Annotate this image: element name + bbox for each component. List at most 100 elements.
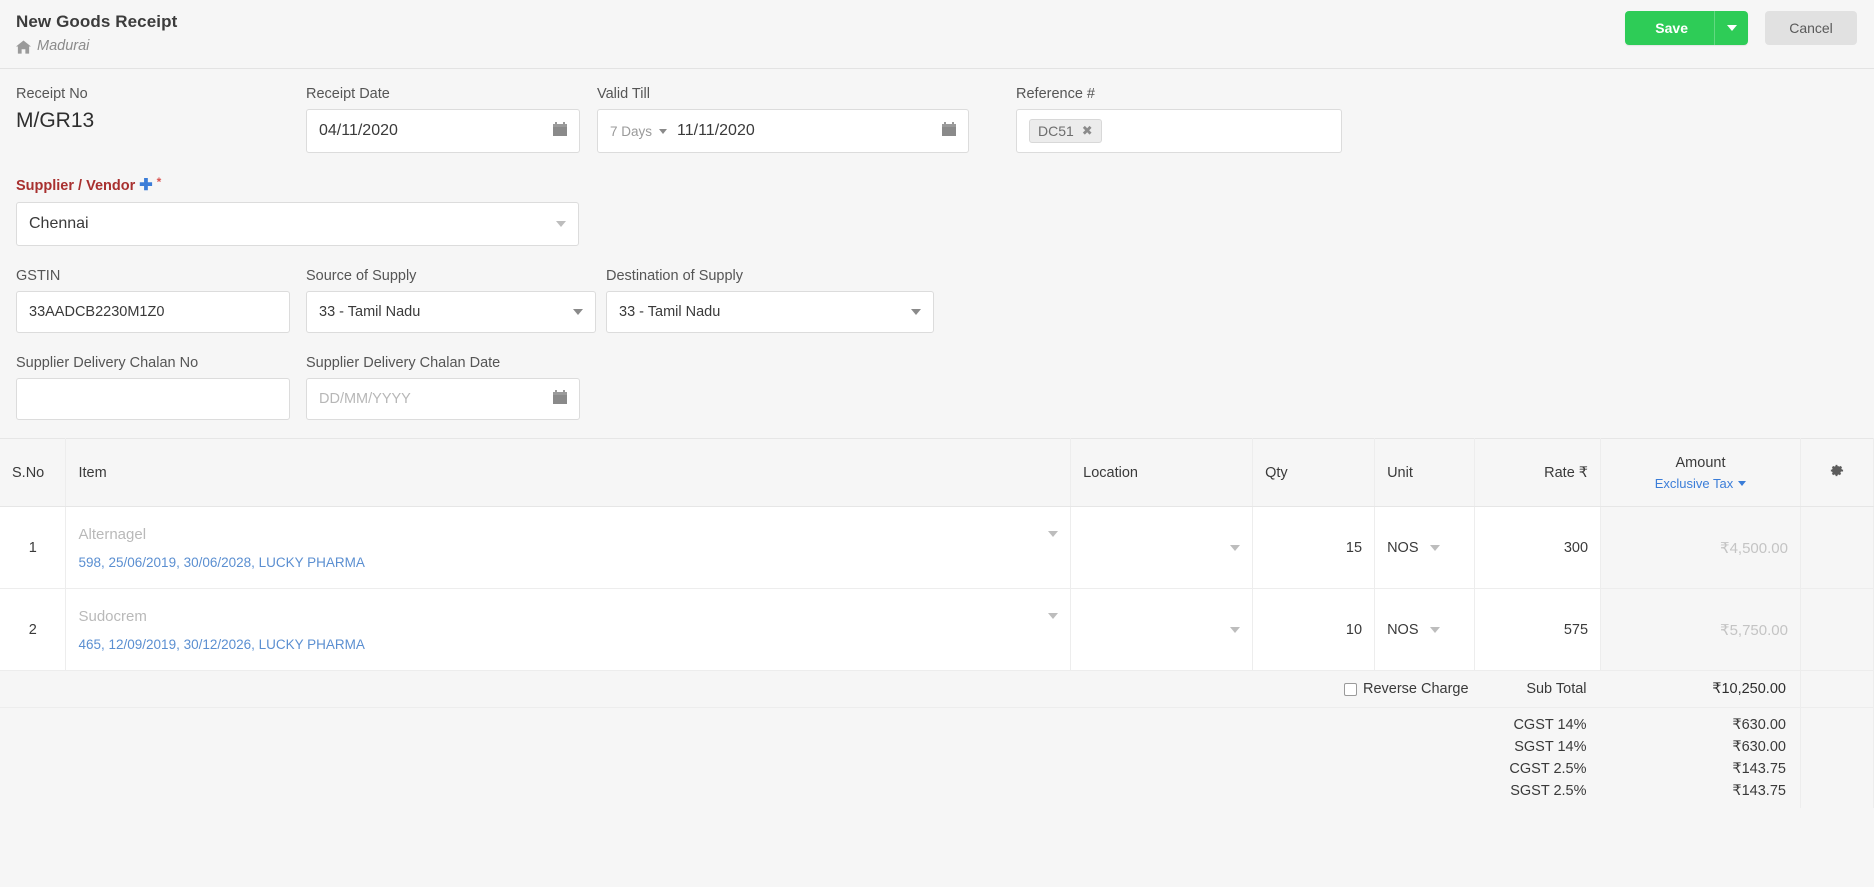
close-icon[interactable]: ✖: [1082, 123, 1093, 139]
tax-label: CGST 2.5%: [1509, 761, 1587, 777]
item-name: Alternagel: [78, 525, 147, 543]
subtotal-row: Reverse Charge Sub Total ₹10,250.00: [0, 670, 1874, 708]
supplier-value: Chennai: [29, 215, 89, 232]
receipt-date-field: Receipt Date 04/11/2020: [306, 86, 580, 153]
reverse-charge-control[interactable]: Reverse Charge: [1259, 681, 1469, 697]
chevron-down-icon[interactable]: [659, 128, 668, 134]
destination-of-supply-select[interactable]: 33 - Tamil Nadu: [606, 291, 934, 333]
reference-tag[interactable]: DC51 ✖: [1029, 119, 1102, 143]
col-amount: Amount Exclusive Tax: [1600, 438, 1801, 507]
chevron-down-icon[interactable]: [911, 309, 921, 315]
col-sno: S.No: [0, 438, 67, 507]
cell-item[interactable]: Sudocrem 465, 12/09/2019, 30/12/2026, LU…: [65, 588, 1072, 671]
cell-rate[interactable]: 575: [1474, 588, 1602, 671]
gstin-label: GSTIN: [16, 268, 61, 284]
supplier-label: Supplier / Vendor ✚ *: [16, 175, 579, 195]
reverse-charge-label: Reverse Charge: [1362, 681, 1469, 697]
reference-tag-label: DC51: [1038, 123, 1074, 139]
spacer-cell: [1070, 670, 1253, 708]
required-marker: *: [156, 175, 162, 189]
valid-till-input[interactable]: 7 Days 11/11/2020: [597, 109, 969, 153]
save-dropdown-button[interactable]: [1714, 11, 1748, 45]
cell-item[interactable]: Alternagel 598, 25/06/2019, 30/06/2028, …: [65, 506, 1072, 589]
chevron-down-icon[interactable]: [1430, 626, 1441, 633]
reference-field: Reference # DC51 ✖: [1016, 86, 1342, 153]
calendar-icon[interactable]: [942, 121, 956, 141]
table-body: 1 Alternagel 598, 25/06/2019, 30/06/2028…: [0, 506, 1874, 808]
receipt-date-value: 04/11/2020: [319, 122, 398, 139]
spacer-cell: [65, 670, 1071, 708]
items-table: S.No Item Location Qty Unit Rate ₹ Amoun…: [0, 438, 1874, 808]
home-icon: [16, 40, 31, 54]
unit-value: NOS: [1387, 621, 1419, 638]
add-supplier-icon[interactable]: ✚: [139, 177, 152, 194]
cell-qty[interactable]: 10: [1252, 588, 1376, 671]
col-unit: Unit: [1374, 438, 1476, 507]
save-button[interactable]: Save: [1625, 11, 1714, 45]
subtotal-label: Sub Total: [1474, 670, 1601, 708]
reference-label: Reference #: [1016, 86, 1095, 102]
breadcrumb: Madurai: [16, 38, 89, 54]
chevron-down-icon[interactable]: [1430, 544, 1441, 551]
page-header: New Goods Receipt Madurai Save Cancel: [0, 0, 1874, 69]
items-table-wrapper: S.No Item Location Qty Unit Rate ₹ Amoun…: [0, 438, 1874, 808]
col-amount-label: Amount: [1675, 454, 1726, 471]
destination-of-supply-label: Destination of Supply: [606, 268, 744, 284]
cancel-button[interactable]: Cancel: [1765, 11, 1857, 45]
tax-label: CGST 14%: [1513, 717, 1587, 733]
cell-row-actions[interactable]: [1800, 506, 1874, 589]
exclusive-tax-toggle[interactable]: Exclusive Tax: [1613, 476, 1788, 491]
cell-location[interactable]: [1070, 506, 1254, 589]
exclusive-tax-label: Exclusive Tax: [1654, 475, 1734, 491]
chalan-no-input[interactable]: [16, 378, 290, 420]
chalan-date-input[interactable]: DD/MM/YYYY: [306, 378, 580, 420]
cell-sno: 1: [0, 506, 67, 589]
receipt-date-input[interactable]: 04/11/2020: [306, 109, 580, 153]
source-of-supply-field: Source of Supply 33 - Tamil Nadu: [306, 268, 596, 333]
table-row: 2 Sudocrem 465, 12/09/2019, 30/12/2026, …: [0, 588, 1874, 671]
supplier-select[interactable]: Chennai: [16, 202, 579, 246]
receipt-no-label: Receipt No: [16, 86, 88, 102]
cell-unit[interactable]: NOS: [1374, 588, 1476, 671]
item-batch-meta[interactable]: 465, 12/09/2019, 30/12/2026, LUCKY PHARM…: [78, 637, 1058, 652]
calendar-icon[interactable]: [553, 389, 567, 409]
destination-of-supply-field: Destination of Supply 33 - Tamil Nadu: [606, 268, 934, 333]
valid-till-term[interactable]: 7 Days: [610, 124, 652, 139]
chevron-down-icon[interactable]: [1048, 531, 1059, 537]
gstin-input[interactable]: 33AADCB2230M1Z0: [16, 291, 290, 333]
chevron-down-icon[interactable]: [1230, 626, 1241, 633]
receipt-no-value: M/GR13: [16, 109, 95, 132]
valid-till-label: Valid Till: [597, 86, 650, 102]
amount-value: ₹5,750.00: [1720, 621, 1788, 639]
chevron-down-icon[interactable]: [1048, 613, 1059, 619]
spacer-cell: [0, 707, 1475, 808]
breadcrumb-label: Madurai: [37, 38, 90, 54]
unit-value: NOS: [1387, 539, 1419, 556]
chevron-down-icon[interactable]: [573, 309, 583, 315]
cell-location[interactable]: [1070, 588, 1254, 671]
calendar-icon[interactable]: [553, 121, 567, 141]
reverse-charge-checkbox[interactable]: [1343, 682, 1357, 696]
page-title: New Goods Receipt: [16, 12, 178, 31]
cell-unit[interactable]: NOS: [1374, 506, 1476, 589]
source-of-supply-select[interactable]: 33 - Tamil Nadu: [306, 291, 596, 333]
chevron-down-icon[interactable]: [556, 221, 566, 227]
chalan-no-label: Supplier Delivery Chalan No: [16, 355, 199, 371]
reference-input[interactable]: DC51 ✖: [1016, 109, 1342, 153]
gear-icon[interactable]: [1829, 464, 1844, 482]
cell-row-actions[interactable]: [1800, 588, 1874, 671]
chalan-no-field: Supplier Delivery Chalan No: [16, 355, 290, 420]
destination-of-supply-value: 33 - Tamil Nadu: [619, 304, 721, 320]
tax-value: ₹630.00: [1732, 739, 1786, 755]
supplier-label-text: Supplier / Vendor: [16, 178, 136, 194]
save-button-group[interactable]: Save: [1625, 11, 1748, 45]
chevron-down-icon[interactable]: [1230, 544, 1241, 551]
cell-rate[interactable]: 300: [1474, 506, 1602, 589]
source-of-supply-value: 33 - Tamil Nadu: [319, 304, 421, 320]
chalan-date-label: Supplier Delivery Chalan Date: [306, 355, 501, 371]
cell-qty[interactable]: 15: [1252, 506, 1376, 589]
amount-value: ₹4,500.00: [1720, 539, 1788, 557]
item-batch-meta[interactable]: 598, 25/06/2019, 30/06/2028, LUCKY PHARM…: [78, 555, 1058, 570]
tax-values-cell: ₹630.00 ₹630.00 ₹143.75 ₹143.75: [1600, 707, 1801, 808]
source-of-supply-label: Source of Supply: [306, 268, 417, 284]
